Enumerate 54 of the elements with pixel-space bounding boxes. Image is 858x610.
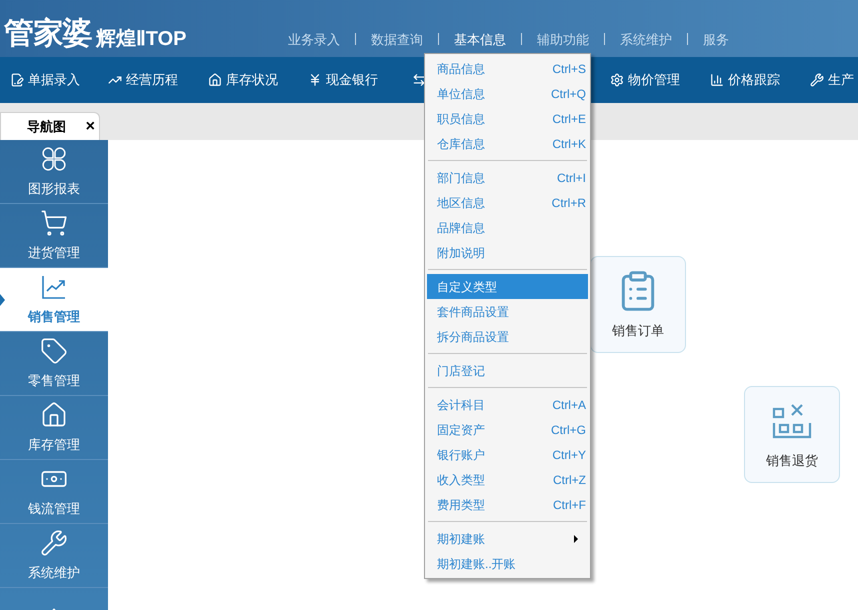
menu-item[interactable]: 部门信息 Ctrl+I [427,165,588,190]
menu-item[interactable]: 仓库信息 Ctrl+K [427,131,588,156]
top-nav-link[interactable]: 业务录入 [274,30,354,49]
toolbar-button[interactable]: 价格跟踪 [728,70,780,90]
cart-icon [40,208,68,237]
menu-item[interactable]: 拆分商品设置 [427,324,588,349]
tab-label: 导航图 [27,118,66,136]
toolbar-button[interactable]: 物价管理 [628,70,680,90]
menu-item[interactable]: 商品信息 Ctrl+S [427,56,588,81]
menu-item[interactable]: 自定义类型 [427,274,588,299]
document-pen-icon[interactable] [10,73,24,87]
shortcut-tile[interactable]: 销售订单 [590,256,686,353]
menu-item[interactable]: 费用类型 Ctrl+F [427,492,588,517]
top-nav-link[interactable]: 服务 [689,30,743,49]
toolbar-button[interactable]: 生产 [828,70,854,90]
toolbar-button[interactable]: 库存状况 [226,70,278,90]
selected-marker-icon [0,294,5,306]
top-nav-link[interactable]: 辅助功能 [523,30,603,49]
menu-item[interactable]: 地区信息 Ctrl+R [427,190,588,215]
toolbar-button[interactable]: 单据录入 [28,70,80,90]
bar-chart-icon[interactable] [710,73,724,87]
menu-item[interactable]: 收入类型 Ctrl+Z [427,467,588,492]
menu-item[interactable]: 门店登记 [427,358,588,383]
top-nav-link[interactable]: 数据查询 [357,30,437,49]
logo-brand: 管家婆 [4,19,92,49]
menu-item[interactable]: 职员信息 Ctrl+E [427,106,588,131]
yen-icon[interactable] [308,73,322,87]
toolbar-button[interactable]: 现金银行 [326,70,378,90]
toolbar-button[interactable]: 经营历程 [126,70,178,90]
wrench-icon[interactable] [810,73,824,87]
menu-item[interactable]: 会计科目 Ctrl+A [427,392,588,417]
top-nav-link[interactable]: 基本信息 [440,30,520,49]
arrows-icon[interactable] [412,73,426,87]
wrench-icon [40,528,68,557]
menu-item[interactable]: 银行账户 Ctrl+Y [427,442,588,467]
gear-icon[interactable] [610,73,624,87]
menu-item[interactable]: 套件商品设置 [427,299,588,324]
navigation-tab[interactable]: 导航图 × [0,112,100,140]
menu-item[interactable]: 期初建账 [427,526,588,551]
shortcut-tile[interactable]: 销售退货 [744,386,840,483]
close-button[interactable]: × [86,118,95,134]
house-icon [40,400,68,429]
menu-item[interactable]: 固定资产 Ctrl+G [427,417,588,442]
logo-edition: 辉煌ⅡTOP [96,29,187,49]
sidebar-item[interactable]: 销售管理 [0,268,108,332]
house-icon[interactable] [208,73,222,87]
top-nav-link[interactable]: 系统维护 [606,30,686,49]
menu-item[interactable]: 品牌信息 [427,215,588,240]
tag-icon [40,336,68,365]
menu-item[interactable]: 附加说明 [427,240,588,265]
petals-icon [40,144,68,173]
menu-item[interactable]: 单位信息 Ctrl+Q [427,81,588,106]
menu-item[interactable]: 期初建账..开账 [427,551,588,576]
submenu-arrow-icon [574,534,578,542]
